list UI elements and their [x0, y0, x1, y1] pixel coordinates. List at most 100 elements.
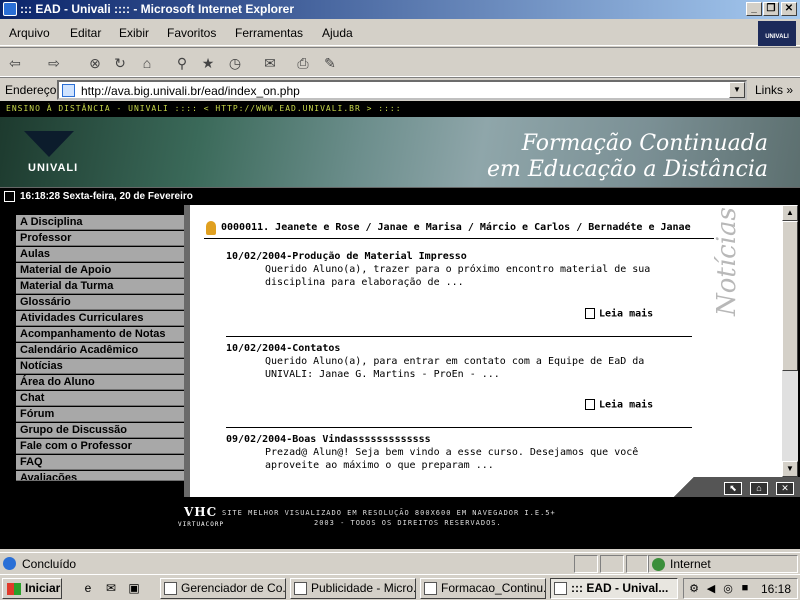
ie-icon: [3, 2, 17, 16]
window-titlebar[interactable]: ::: EAD - Univali :::: - Microsoft Inter…: [0, 0, 800, 19]
page-viewport: ENSINO À DISTÂNCIA - UNIVALI :::: < HTTP…: [0, 101, 800, 549]
nav-acompanhamento-de-notas[interactable]: Acompanhamento de Notas: [16, 327, 184, 342]
task-label: Gerenciador de Co...: [181, 581, 286, 595]
group-line: 0000011. Jeanete e Rose / Janae e Marisa…: [204, 219, 714, 239]
noticias-side-title: Notícias: [712, 207, 742, 316]
system-tray: ⚙ ◀ ◎ ■ 16:18: [683, 578, 798, 599]
minimize-button[interactable]: _: [746, 2, 762, 16]
task-label: Formacao_Continu...: [441, 581, 546, 595]
dropdown-arrow-icon[interactable]: ▼: [729, 82, 745, 98]
edit-icon[interactable]: ✎: [320, 54, 340, 72]
sidebar-nav: A Disciplina Professor Aulas Material de…: [0, 205, 190, 497]
links-button[interactable]: Links »: [755, 83, 793, 97]
ie-page-icon: [3, 557, 16, 570]
favorites-icon[interactable]: ★: [198, 54, 218, 72]
nav-forum[interactable]: Fórum: [16, 407, 184, 422]
home-icon[interactable]: ⌂: [137, 54, 157, 72]
nav-aulas[interactable]: Aulas: [16, 247, 184, 262]
nav-grupo-de-discussao[interactable]: Grupo de Discussão: [16, 423, 184, 438]
app-tray-icon[interactable]: ■: [738, 582, 752, 596]
document-icon: [585, 308, 595, 319]
window-icon: [164, 582, 177, 595]
nav-chat[interactable]: Chat: [16, 391, 184, 406]
main-content: 0000011. Jeanete e Rose / Janae e Marisa…: [190, 205, 782, 497]
start-label: Iniciar: [25, 581, 61, 595]
banner-title-line2: em Educação a Distância: [487, 157, 768, 182]
news-body: Querido Aluno(a), trazer para o próximo …: [265, 264, 651, 288]
nav-material-da-turma[interactable]: Material da Turma: [16, 279, 184, 294]
task-publicidade[interactable]: Publicidade - Micro...: [290, 578, 416, 599]
window-title: ::: EAD - Univali :::: - Microsoft Inter…: [20, 2, 295, 16]
home-page-icon[interactable]: ⌂: [750, 482, 768, 495]
task-formacao[interactable]: Formacao_Continu...: [420, 578, 546, 599]
stop-icon[interactable]: ⊗: [85, 54, 105, 72]
news-title[interactable]: 10/02/2004-Produção de Material Impresso: [226, 251, 467, 262]
back-arrow-icon[interactable]: ⬉: [724, 482, 742, 495]
news-title[interactable]: 09/02/2004-Boas Vindasssssssssssss: [226, 434, 431, 445]
print-icon[interactable]: ⎙: [293, 54, 313, 72]
close-page-icon[interactable]: ✕: [776, 482, 794, 495]
volume-icon[interactable]: ◀: [704, 582, 718, 596]
nav-material-de-apoio[interactable]: Material de Apoio: [16, 263, 184, 278]
menu-ajuda[interactable]: Ajuda: [322, 26, 353, 40]
search-icon[interactable]: ⚲: [172, 54, 192, 72]
menu-editar[interactable]: Editar: [70, 26, 101, 40]
banner-title-line1: Formação Continuada: [521, 131, 768, 156]
read-more-label: Leia mais: [599, 399, 654, 411]
start-button[interactable]: Iniciar: [2, 578, 62, 599]
nav-faq[interactable]: FAQ: [16, 455, 184, 470]
menu-ferramentas[interactable]: Ferramentas: [235, 26, 303, 40]
vertical-scrollbar[interactable]: ▲ ▼: [782, 205, 798, 477]
task-gerenciador[interactable]: Gerenciador de Co...: [160, 578, 286, 599]
task-ead-univali[interactable]: ::: EAD - Unival...: [550, 578, 678, 599]
nav-calendario-academico[interactable]: Calendário Acadêmico: [16, 343, 184, 358]
address-bar: Endereço http://ava.big.univali.br/ead/i…: [0, 77, 800, 101]
address-label: Endereço: [5, 83, 57, 97]
scroll-thumb[interactable]: [782, 221, 798, 371]
scroll-down-icon[interactable]: ▼: [782, 461, 798, 477]
user-icon: [206, 221, 216, 235]
news-title[interactable]: 10/02/2004-Contatos: [226, 343, 340, 354]
outlook-quicklaunch-icon[interactable]: ✉: [103, 581, 119, 596]
network-icon[interactable]: ⚙: [687, 582, 701, 596]
footer-copyright: 2003 - TODOS OS DIREITOS RESERVADOS.: [314, 519, 502, 527]
nav-glossario[interactable]: Glossário: [16, 295, 184, 310]
address-input[interactable]: http://ava.big.univali.br/ead/index_on.p…: [57, 80, 747, 100]
menu-arquivo[interactable]: Arquivo: [9, 26, 50, 40]
nav-area-do-aluno[interactable]: Área do Aluno: [16, 375, 184, 390]
ie-quicklaunch-icon[interactable]: e: [80, 581, 96, 596]
clock: 16:18: [760, 582, 791, 596]
antivirus-icon[interactable]: ◎: [721, 582, 735, 596]
news-body: Prezad@ Alun@! Seja bem vindo a esse cur…: [265, 447, 639, 471]
read-more-link[interactable]: Leia mais: [585, 399, 653, 411]
word-icon: [424, 582, 437, 595]
menubar: Arquivo Editar Exibir Favoritos Ferramen…: [0, 20, 800, 46]
nav-a-disciplina[interactable]: A Disciplina: [16, 215, 184, 230]
nav-fale-com-o-professor[interactable]: Fale com o Professor: [16, 439, 184, 454]
nav-avaliacoes[interactable]: Avaliações: [16, 471, 184, 481]
nav-atividades-curriculares[interactable]: Atividades Curriculares: [16, 311, 184, 326]
group-line-text: 0000011. Jeanete e Rose / Janae e Marisa…: [221, 222, 691, 233]
windows-logo-icon: [7, 583, 21, 595]
ie-icon: [554, 582, 567, 595]
read-more-label: Leia mais: [599, 308, 654, 320]
history-icon[interactable]: ◷: [225, 54, 245, 72]
back-icon[interactable]: ⇦: [5, 54, 25, 72]
scroll-up-icon[interactable]: ▲: [782, 205, 798, 221]
news-body: Querido Aluno(a), para entrar em contato…: [265, 356, 645, 380]
refresh-icon[interactable]: ↻: [110, 54, 130, 72]
nav-noticias[interactable]: Notícias: [16, 359, 184, 374]
restore-button[interactable]: ❐: [763, 2, 779, 16]
document-icon: [585, 399, 595, 410]
close-button[interactable]: ✕: [781, 2, 797, 16]
menu-exibir[interactable]: Exibir: [119, 26, 149, 40]
sidebar-strip: [0, 205, 13, 497]
desktop-quicklaunch-icon[interactable]: ▣: [126, 581, 142, 596]
task-label: Publicidade - Micro...: [311, 581, 416, 595]
read-more-link[interactable]: Leia mais: [585, 308, 653, 320]
mail-icon[interactable]: ✉: [260, 54, 280, 72]
menu-favoritos[interactable]: Favoritos: [167, 26, 216, 40]
nav-professor[interactable]: Professor: [16, 231, 184, 246]
forward-icon[interactable]: ⇨: [44, 54, 64, 72]
task-label: ::: EAD - Unival...: [571, 581, 669, 595]
